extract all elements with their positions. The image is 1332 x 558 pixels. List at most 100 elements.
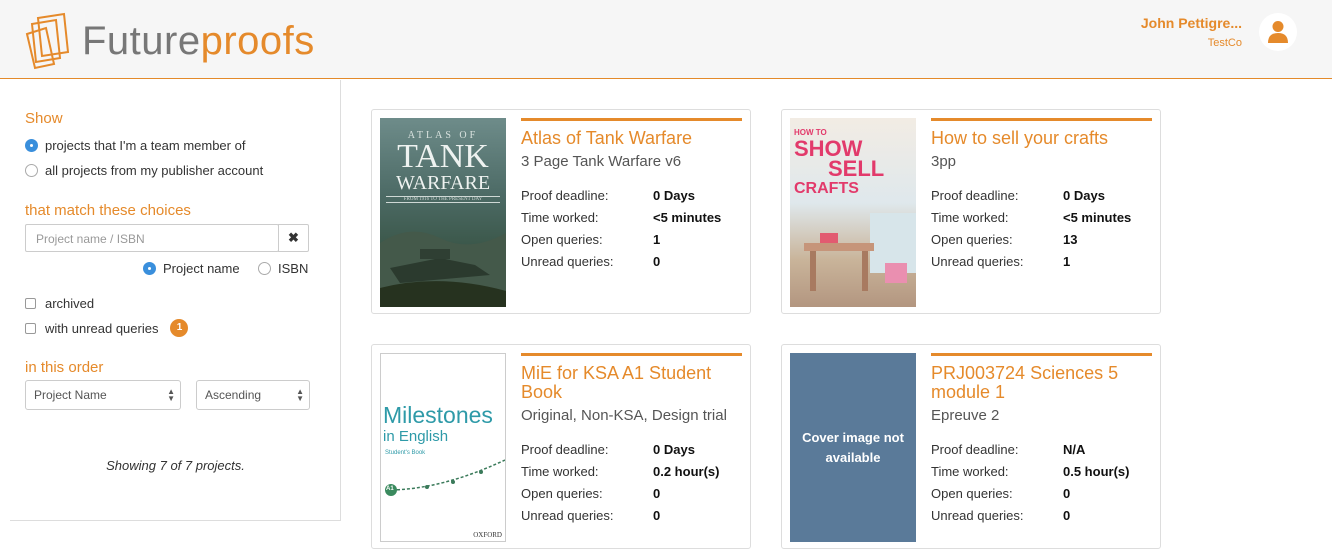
stat-row: Time worked: <5 minutes — [931, 206, 1152, 228]
radio-button[interactable] — [25, 164, 38, 177]
project-title[interactable]: How to sell your crafts — [931, 129, 1152, 148]
stat-value: 0 Days — [1063, 187, 1105, 203]
stat-value: 13 — [1063, 231, 1078, 247]
stat-value: 0 Days — [653, 187, 695, 203]
cover-image[interactable]: HOW TO SHOW SELL CRAFTS — [790, 118, 916, 307]
stat-row: Open queries: 13 — [931, 228, 1152, 250]
unread-count-badge: 1 — [170, 319, 189, 337]
clear-search-button[interactable]: ✖ — [278, 224, 309, 252]
stat-value: 0 Days — [653, 441, 695, 457]
showing-count: Showing 7 of 7 projects. — [106, 458, 245, 473]
radio-project-name[interactable]: Project name — [143, 261, 240, 276]
project-info: How to sell your crafts 3pp Proof deadli… — [931, 118, 1152, 272]
stat-row: Unread queries: 0 — [931, 504, 1152, 526]
checkbox-unread[interactable]: with unread queries 1 — [25, 319, 189, 337]
sort-field-select[interactable]: Project Name ▲ ▼ — [25, 380, 181, 410]
stat-row: Open queries: 0 — [521, 482, 742, 504]
show-heading: Show — [25, 110, 63, 127]
cover-image[interactable]: Milestones in English Student's Book A1 … — [380, 353, 506, 542]
project-info: Atlas of Tank Warfare 3 Page Tank Warfar… — [521, 118, 742, 272]
stat-value: 0.2 hour(s) — [653, 463, 720, 479]
search-input[interactable]: Project name / ISBN — [25, 224, 279, 252]
stat-row: Unread queries: 0 — [521, 504, 742, 526]
cover-text: Milestones — [383, 402, 493, 428]
logo-icon — [25, 12, 70, 70]
project-info: PRJ003724 Sciences 5 module 1 Epreuve 2 … — [931, 353, 1152, 526]
tank-illustration — [380, 231, 506, 307]
stat-value: N/A — [1063, 441, 1086, 457]
filter-sidebar: Show projects that I'm a team member of … — [10, 80, 341, 521]
stat-label: Proof deadline: — [521, 187, 609, 203]
avatar[interactable] — [1259, 13, 1297, 51]
stat-row: Open queries: 0 — [931, 482, 1152, 504]
checkbox[interactable] — [25, 298, 36, 309]
radio-all-projects[interactable]: all projects from my publisher account — [25, 163, 263, 178]
stat-label: Open queries: — [931, 485, 1013, 501]
project-card[interactable]: HOW TO SHOW SELL CRAFTS How to sell your… — [781, 109, 1161, 314]
order-heading: in this order — [25, 359, 104, 376]
project-title[interactable]: Atlas of Tank Warfare — [521, 129, 742, 148]
cover-text: FROM 1916 TO THE PRESENT DAY — [386, 196, 500, 203]
stat-label: Proof deadline: — [521, 441, 609, 457]
stat-row: Unread queries: 0 — [521, 250, 742, 272]
stat-label: Proof deadline: — [931, 441, 1019, 457]
stat-label: Unread queries: — [521, 253, 614, 269]
select-arrows-icon: ▲ ▼ — [167, 387, 175, 403]
project-stats: Proof deadline: 0 Days Time worked: 0.2 ho… — [521, 438, 742, 526]
futureproofs-logo[interactable]: Futureproofs — [24, 12, 315, 70]
stat-label: Open queries: — [521, 231, 603, 247]
radio-button-selected[interactable] — [143, 262, 156, 275]
stat-label: Proof deadline: — [931, 187, 1019, 203]
sort-direction-select[interactable]: Ascending ▲ ▼ — [196, 380, 310, 410]
radio-button-selected[interactable] — [25, 139, 38, 152]
stat-label: Unread queries: — [521, 507, 614, 523]
stat-value: <5 minutes — [653, 209, 722, 225]
radio-button[interactable] — [258, 262, 271, 275]
stat-value: 0 — [653, 253, 661, 269]
stat-row: Proof deadline: N/A — [931, 438, 1152, 460]
stat-value: 1 — [653, 231, 661, 247]
stat-value: 0 — [653, 507, 661, 523]
stat-row: Open queries: 1 — [521, 228, 742, 250]
cover-placeholder[interactable]: Cover image not available — [790, 353, 916, 542]
project-card[interactable]: ATLAS OF TANK WARFARE FROM 1916 TO THE P… — [371, 109, 751, 314]
stat-label: Time worked: — [521, 463, 599, 479]
radio-team-member[interactable]: projects that I'm a team member of — [25, 138, 245, 153]
stat-label: Open queries: — [931, 231, 1013, 247]
radio-label: ISBN — [278, 261, 309, 276]
logo-text: Futureproofs — [82, 18, 315, 63]
project-subtitle: 3 Page Tank Warfare v6 — [521, 153, 682, 170]
user-org: TestCo — [1207, 37, 1242, 49]
cover-text: CRAFTS — [794, 180, 859, 197]
stat-row: Proof deadline: 0 Days — [521, 184, 742, 206]
stat-label: Unread queries: — [931, 253, 1024, 269]
checkbox-archived[interactable]: archived — [25, 296, 94, 311]
project-subtitle: 3pp — [931, 153, 957, 170]
stat-value: 0.5 hour(s) — [1063, 463, 1130, 479]
stat-row: Time worked: 0.5 hour(s) — [931, 460, 1152, 482]
cover-text: WARFARE — [395, 172, 491, 194]
cover-text: TANK — [397, 138, 489, 175]
project-stats: Proof deadline: N/A Time worked: 0.5 hour(… — [931, 438, 1152, 526]
checkbox[interactable] — [25, 322, 36, 334]
project-title[interactable]: PRJ003724 Sciences 5 module 1 — [931, 364, 1152, 402]
user-icon — [1268, 21, 1288, 43]
radio-isbn[interactable]: ISBN — [258, 261, 308, 276]
stat-row: Unread queries: 1 — [931, 250, 1152, 272]
project-title[interactable]: MiE for KSA A1 Student Book — [521, 364, 742, 402]
stat-row: Proof deadline: 0 Days — [521, 438, 742, 460]
project-card[interactable]: Cover image not available PRJ003724 Scie… — [781, 344, 1161, 549]
radio-label: all projects from my publisher account — [45, 163, 264, 178]
stat-row: Proof deadline: 0 Days — [931, 184, 1152, 206]
checkbox-label: with unread queries — [45, 320, 159, 336]
cover-image[interactable]: ATLAS OF TANK WARFARE FROM 1916 TO THE P… — [380, 118, 506, 307]
radio-label: Project name — [163, 261, 240, 276]
project-card[interactable]: Milestones in English Student's Book A1 … — [371, 344, 751, 549]
project-stats: Proof deadline: 0 Days Time worked: <5 min… — [931, 184, 1152, 272]
user-name[interactable]: John Pettigre... — [1141, 15, 1242, 31]
stat-row: Time worked: <5 minutes — [521, 206, 742, 228]
stat-label: Unread queries: — [931, 507, 1024, 523]
user-info[interactable]: John Pettigre... TestCo — [1141, 15, 1242, 49]
select-arrows-icon: ▲ ▼ — [296, 387, 304, 403]
project-subtitle: Original, Non-KSA, Design trial — [521, 407, 727, 424]
